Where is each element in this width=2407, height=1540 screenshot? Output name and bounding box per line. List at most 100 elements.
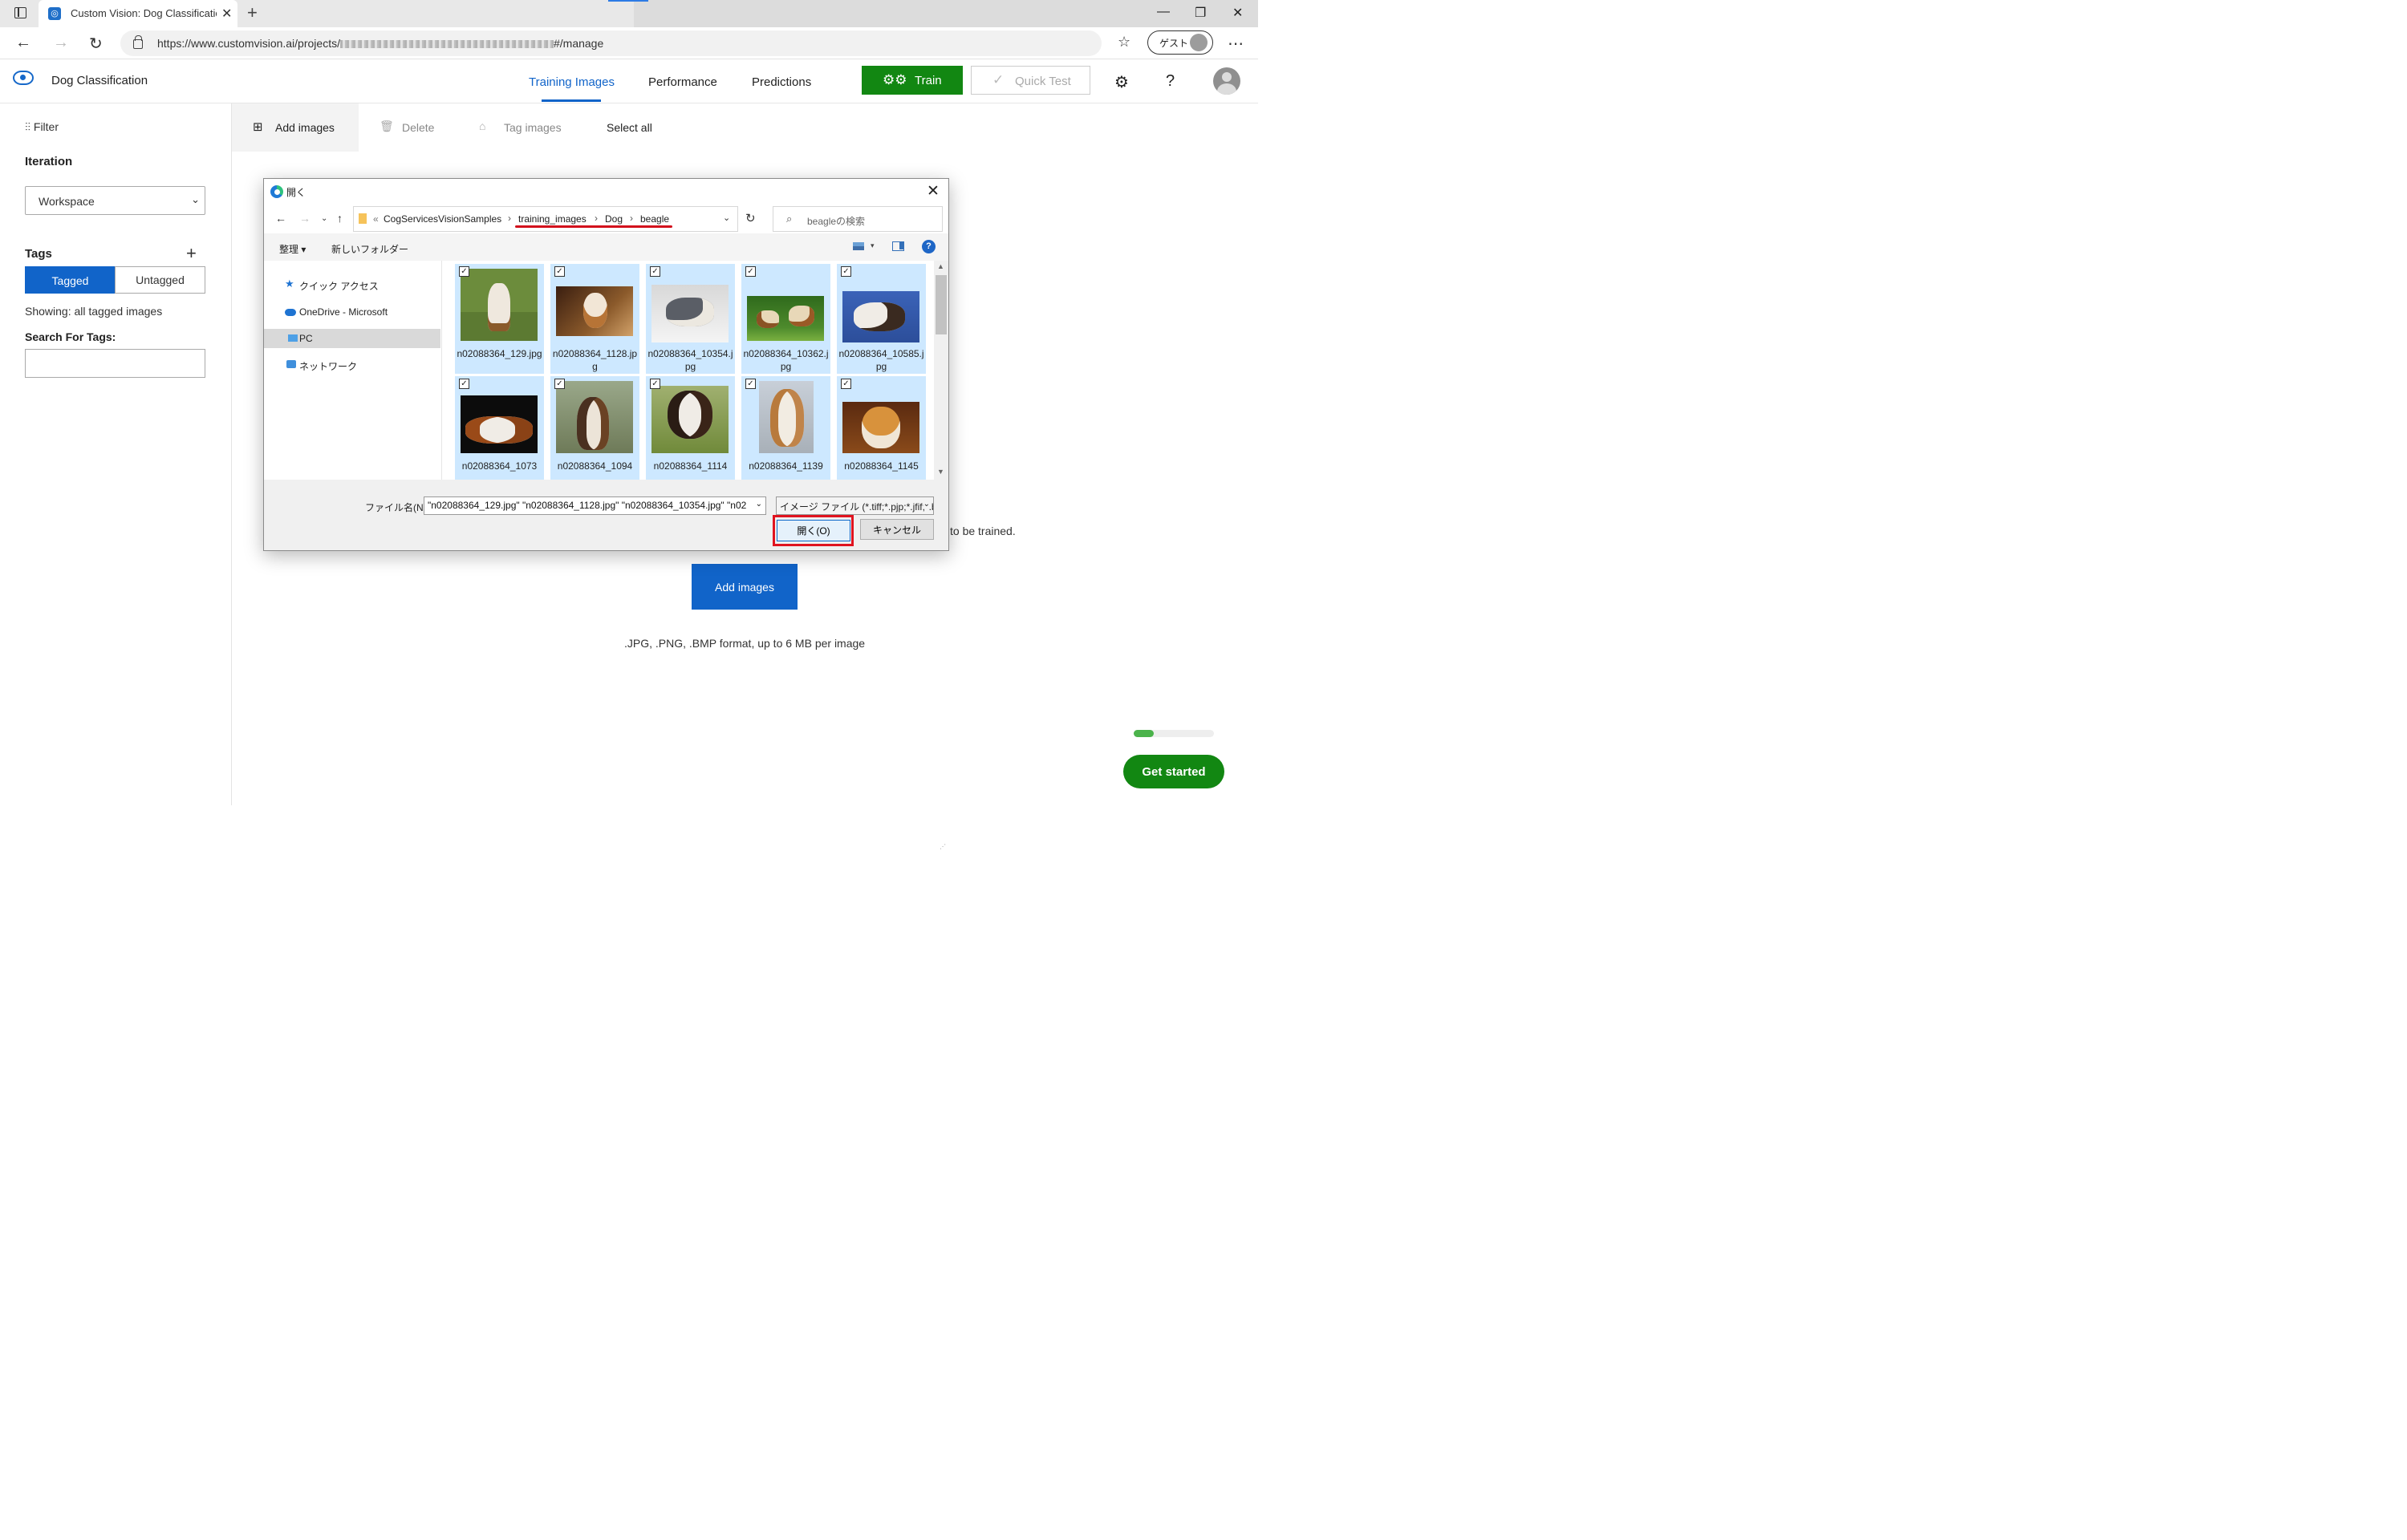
- new-tab-icon[interactable]: +: [247, 2, 258, 23]
- custom-vision-eye-icon[interactable]: [13, 71, 34, 85]
- file-tile[interactable]: ✓ n02088364_1139: [741, 376, 830, 480]
- tab-performance[interactable]: Performance: [648, 75, 717, 89]
- dialog-refresh-icon[interactable]: ↻: [745, 211, 756, 225]
- breadcrumb-beagle[interactable]: beagle: [640, 213, 669, 225]
- get-started-button[interactable]: Get started: [1123, 755, 1224, 788]
- resize-grip-icon[interactable]: ⋰: [940, 843, 946, 850]
- nav-item-label: OneDrive - Microsoft: [299, 306, 388, 318]
- forward-icon[interactable]: →: [53, 34, 69, 52]
- dog-thumbnail: [556, 286, 633, 336]
- nav-pc[interactable]: PC: [264, 329, 440, 348]
- file-tile[interactable]: ✓ n02088364_10354.jpg: [646, 264, 735, 374]
- guest-profile-button[interactable]: ゲスト: [1147, 30, 1213, 55]
- file-checkbox[interactable]: ✓: [650, 266, 660, 277]
- tagged-toggle[interactable]: Tagged: [25, 266, 116, 294]
- tab-actions-icon[interactable]: [14, 7, 26, 18]
- up-folder-icon[interactable]: ↑: [337, 212, 343, 225]
- scroll-up-icon[interactable]: ▲: [937, 262, 944, 270]
- quick-test-label: Quick Test: [1015, 75, 1071, 88]
- settings-gear-icon[interactable]: ⚙: [1114, 72, 1129, 92]
- tab-training-images[interactable]: Training Images: [529, 75, 615, 89]
- file-checkbox[interactable]: ✓: [745, 379, 756, 389]
- file-tile[interactable]: ✓ n02088364_1145: [837, 376, 926, 480]
- dialog-help-icon[interactable]: ?: [922, 240, 936, 253]
- window-close-icon[interactable]: ✕: [1232, 5, 1243, 21]
- nav-quick-access[interactable]: ★ クイック アクセス: [264, 275, 440, 294]
- view-mode-dropdown-icon[interactable]: ▾: [871, 241, 875, 250]
- scroll-thumb[interactable]: [936, 275, 947, 334]
- train-button[interactable]: ⚙⚙ Train: [862, 66, 963, 95]
- scroll-down-icon[interactable]: ▼: [937, 468, 944, 476]
- dog-thumbnail: [759, 381, 814, 453]
- trash-icon: 🗑: [380, 120, 394, 132]
- file-tile[interactable]: ✓ n02088364_129.jpg: [455, 264, 544, 374]
- file-type-select[interactable]: イメージ ファイル (*.tiff;*.pjp;*.jfif;*.b ⌄: [776, 496, 934, 515]
- file-tile[interactable]: ✓ n02088364_1094: [550, 376, 639, 480]
- breadcrumb-cogservicesvisionsamples[interactable]: CogServicesVisionSamples: [384, 213, 501, 225]
- file-tile[interactable]: ✓ n02088364_10585.jpg: [837, 264, 926, 374]
- dialog-close-icon[interactable]: ✕: [927, 182, 940, 201]
- file-checkbox[interactable]: ✓: [554, 379, 565, 389]
- open-button[interactable]: 開く(O): [777, 520, 850, 541]
- select-all-button[interactable]: Select all: [607, 121, 652, 134]
- dialog-forward-icon[interactable]: →: [299, 212, 311, 225]
- organize-menu[interactable]: 整理 ▾: [279, 242, 306, 256]
- favorites-icon[interactable]: ☆: [1118, 34, 1130, 51]
- file-checkbox[interactable]: ✓: [459, 266, 469, 277]
- grid-scrollbar[interactable]: ▲ ▼: [934, 261, 948, 480]
- nav-onedrive[interactable]: OneDrive - Microsoft: [264, 302, 440, 322]
- tag-search-input[interactable]: [25, 349, 205, 378]
- file-checkbox[interactable]: ✓: [650, 379, 660, 389]
- dialog-search-input[interactable]: ⌕ beagleの検索: [773, 206, 943, 232]
- dialog-back-icon[interactable]: ←: [275, 212, 286, 225]
- more-icon[interactable]: ⋯: [1228, 34, 1244, 54]
- file-tile[interactable]: ✓ n02088364_1128.jpg: [550, 264, 639, 374]
- add-tag-icon[interactable]: +: [186, 243, 197, 264]
- tab-predictions[interactable]: Predictions: [752, 75, 811, 89]
- new-folder-button[interactable]: 新しいフォルダー: [331, 242, 408, 256]
- add-images-button[interactable]: Add images: [692, 564, 798, 610]
- onboarding-progress-fill: [1134, 730, 1154, 737]
- file-checkbox[interactable]: ✓: [459, 379, 469, 389]
- file-checkbox[interactable]: ✓: [841, 379, 851, 389]
- view-mode-icon[interactable]: [853, 242, 864, 250]
- minimize-icon[interactable]: —: [1157, 5, 1170, 19]
- dialog-title-bar: 開く ✕: [264, 179, 948, 205]
- tag-images-button[interactable]: Tag images: [504, 121, 562, 134]
- add-images-toolbar-button[interactable]: ⊞ Add images: [232, 103, 359, 152]
- breadcrumb-overflow[interactable]: «: [373, 213, 379, 225]
- iteration-select[interactable]: Workspace ⌄: [25, 186, 205, 215]
- url-field[interactable]: https://www.customvision.ai/projects/#/m…: [120, 30, 1102, 56]
- filter-button[interactable]: ⫶⫶ Filter: [25, 120, 59, 134]
- reload-icon[interactable]: ↻: [89, 34, 103, 54]
- back-icon[interactable]: ←: [15, 34, 31, 52]
- file-tile[interactable]: ✓ n02088364_1114: [646, 376, 735, 480]
- file-tile[interactable]: ✓ n02088364_1073: [455, 376, 544, 480]
- file-checkbox[interactable]: ✓: [745, 266, 756, 277]
- file-checkbox[interactable]: ✓: [554, 266, 565, 277]
- breadcrumb-training-images[interactable]: training_images: [518, 213, 587, 225]
- file-checkbox[interactable]: ✓: [841, 266, 851, 277]
- nav-item-label: PC: [299, 333, 313, 344]
- browser-tab[interactable]: ◎ Custom Vision: Dog Classification ✕: [39, 0, 237, 27]
- recent-locations-icon[interactable]: ⌄: [321, 214, 327, 223]
- image-toolbar: ⊞ Add images 🗑 Delete ⌂ Tag images Selec…: [232, 103, 1258, 152]
- chevron-down-icon[interactable]: ⌄: [756, 500, 762, 509]
- breadcrumb[interactable]: « CogServicesVisionSamples › training_im…: [353, 206, 738, 232]
- breadcrumb-dog[interactable]: Dog: [605, 213, 623, 225]
- file-tile[interactable]: ✓ n02088364_10362.jpg: [741, 264, 830, 374]
- cancel-button[interactable]: キャンセル: [860, 519, 934, 540]
- delete-button[interactable]: Delete: [402, 121, 434, 134]
- user-avatar[interactable]: [1213, 67, 1240, 95]
- address-dropdown-icon[interactable]: ⌄: [723, 213, 730, 223]
- nav-network[interactable]: ネットワーク: [264, 355, 440, 375]
- quick-test-button[interactable]: ✓ Quick Test: [971, 66, 1090, 95]
- file-name-input[interactable]: "n02088364_129.jpg" "n02088364_1128.jpg"…: [424, 496, 766, 515]
- untagged-toggle[interactable]: Untagged: [115, 266, 205, 294]
- file-name: n02088364_1114: [653, 460, 728, 472]
- tab-close-icon[interactable]: ✕: [221, 6, 232, 22]
- preview-pane-icon[interactable]: [892, 241, 904, 251]
- folder-icon: [359, 213, 367, 224]
- restore-icon[interactable]: ❐: [1195, 5, 1206, 21]
- help-icon[interactable]: ?: [1166, 72, 1175, 91]
